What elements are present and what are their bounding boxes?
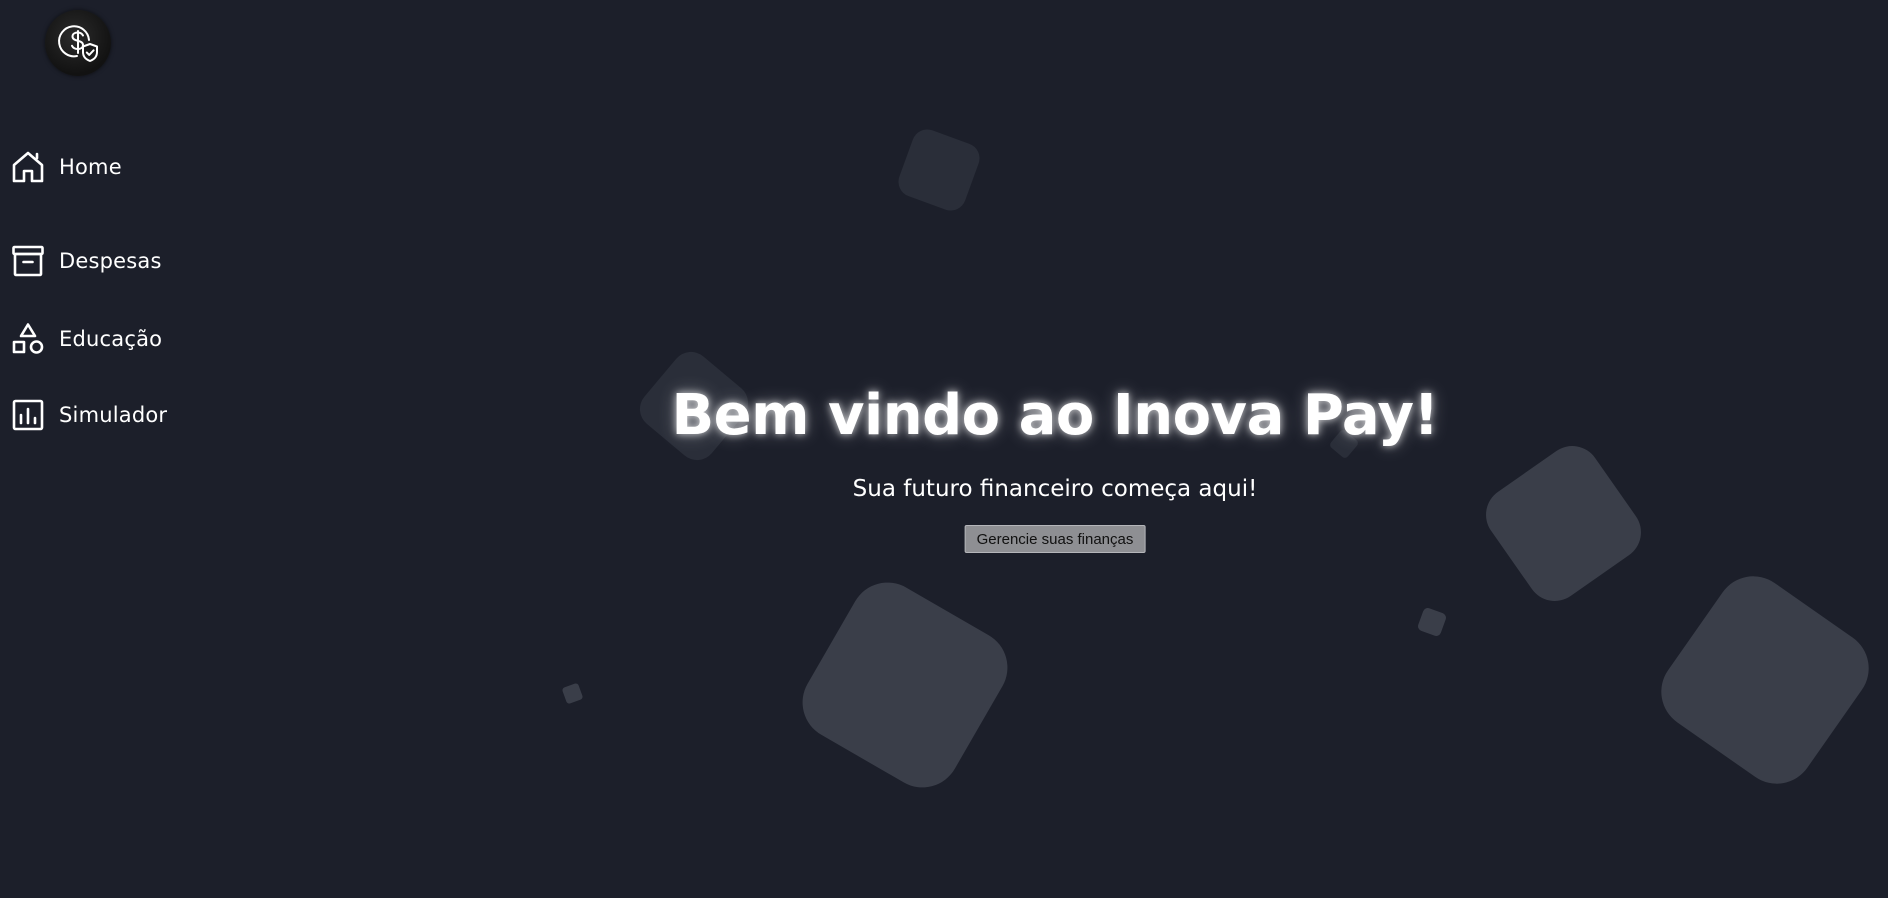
decorative-square xyxy=(561,682,584,705)
page: Home Despesas Educação Simulador Bem vin… xyxy=(0,0,1888,898)
sidebar-item-simulador[interactable]: Simulador xyxy=(10,397,167,433)
hero-subtitle: Sua futuro financeiro começa aqui! xyxy=(852,476,1258,502)
sidebar-item-label: Simulador xyxy=(59,403,168,427)
decorative-square xyxy=(632,344,756,468)
dollar-shield-icon xyxy=(58,25,98,62)
manage-finances-button[interactable]: Gerencie suas finanças xyxy=(964,525,1146,553)
bar-chart-icon xyxy=(10,397,46,433)
sidebar-item-label: Educação xyxy=(59,327,163,351)
page-title: Bem vindo ao Inova Pay! xyxy=(671,383,1439,448)
sidebar-item-educacao[interactable]: Educação xyxy=(10,321,162,357)
decorative-square xyxy=(1475,435,1652,612)
decorative-square xyxy=(1416,606,1448,638)
shapes-icon xyxy=(10,321,46,357)
archive-box-icon xyxy=(10,243,46,279)
sidebar-item-despesas[interactable]: Despesas xyxy=(10,243,162,279)
sidebar-item-home[interactable]: Home xyxy=(10,149,122,185)
decorative-square xyxy=(1646,561,1884,799)
decorative-square xyxy=(1328,428,1360,460)
home-icon xyxy=(10,149,46,185)
sidebar-item-label: Home xyxy=(59,155,122,179)
decorative-square xyxy=(894,125,984,215)
sidebar-item-label: Despesas xyxy=(59,249,162,273)
app-logo[interactable] xyxy=(45,10,111,76)
decorative-square xyxy=(788,568,1022,802)
